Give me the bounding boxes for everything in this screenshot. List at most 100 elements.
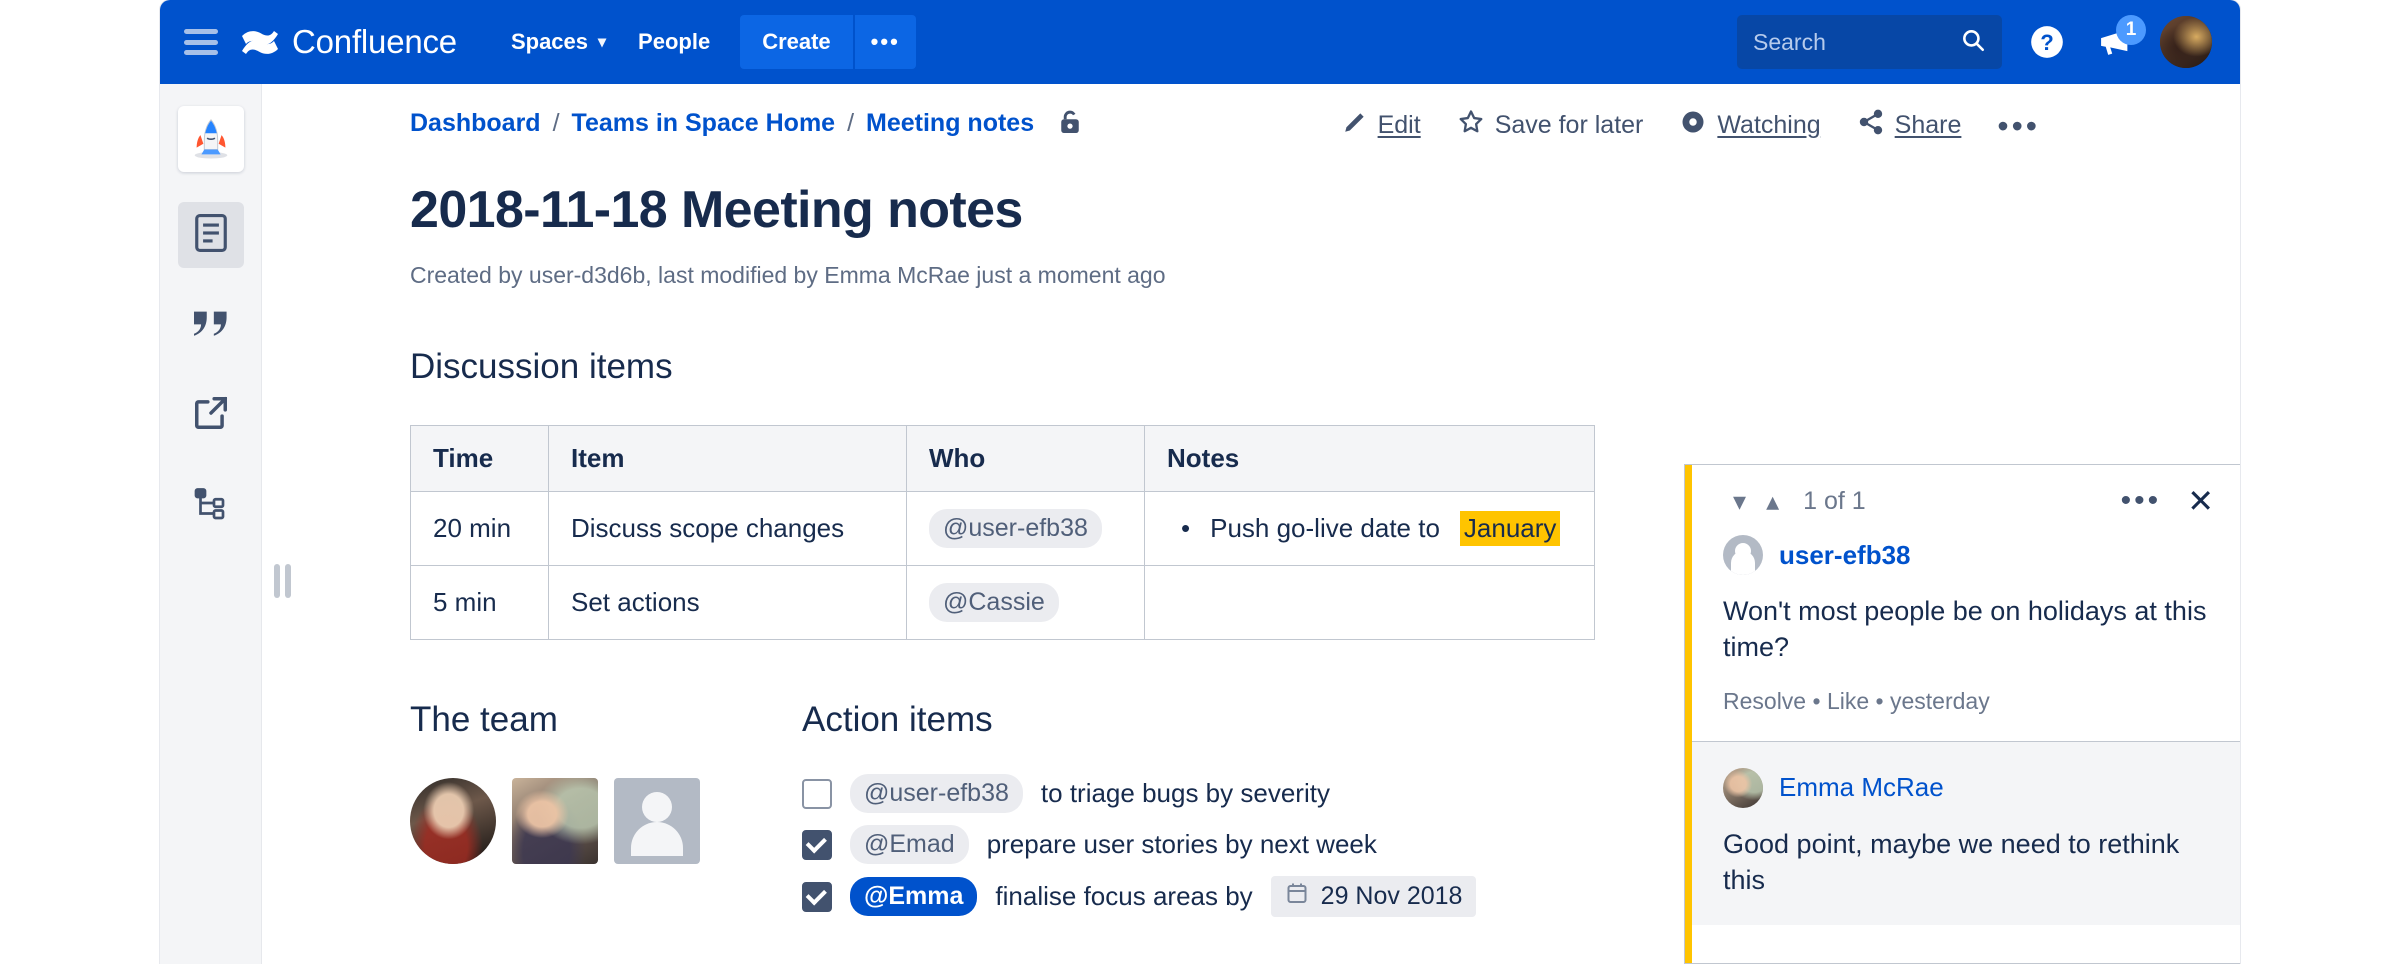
mention-chip[interactable]: @Cassie (929, 583, 1059, 622)
avatar[interactable] (410, 778, 496, 864)
mention-chip-highlighted[interactable]: @Emma (850, 877, 978, 916)
hamburger-icon[interactable] (184, 29, 218, 55)
close-icon[interactable]: ✕ (2187, 485, 2214, 517)
page-action-bar: Edit Save for later Watching Share ••• (1342, 108, 2040, 143)
create-button[interactable]: Create (740, 15, 853, 69)
cell-item: Set actions (548, 565, 907, 640)
create-more-button[interactable]: ••• (852, 15, 916, 69)
task-checkbox[interactable] (802, 881, 832, 912)
comment: user-efb38 Won't most people be on holid… (1685, 523, 2240, 741)
column-header-notes: Notes (1144, 425, 1595, 492)
comment-header-actions: ••• ✕ (2121, 485, 2214, 517)
brand-name: Confluence (292, 23, 457, 60)
avatar-placeholder[interactable] (1723, 535, 1763, 575)
comment-more-actions-button[interactable]: ••• (2121, 486, 2162, 516)
chevron-down-icon: ▾ (598, 34, 607, 51)
confluence-home-link[interactable]: Confluence (240, 23, 457, 61)
sidebar-item-page-tree[interactable] (178, 472, 244, 538)
comment-panel-header: ▾ ▴ 1 of 1 ••• ✕ (1685, 465, 2240, 523)
task-checkbox[interactable] (802, 829, 832, 860)
chevron-down-icon[interactable]: ▾ (1723, 488, 1756, 514)
sidebar-item-pages[interactable] (177, 202, 244, 268)
breadcrumb-item-meeting-notes[interactable]: Meeting notes (866, 109, 1034, 138)
watch-eye-icon (1679, 108, 1707, 143)
resolve-button[interactable]: Resolve (1723, 688, 1806, 714)
note-bullet-item: Push go-live date to January (1167, 511, 1572, 546)
avatar[interactable] (2160, 16, 2212, 68)
cell-notes (1144, 565, 1595, 640)
sidebar-item-shortcuts[interactable] (178, 382, 244, 448)
comment-header: user-efb38 (1723, 535, 2210, 575)
breadcrumb-separator: / (847, 108, 855, 137)
space-sidebar (160, 84, 262, 964)
comment-timestamp: yesterday (1890, 687, 1990, 714)
search-input[interactable]: Search (1737, 15, 2002, 69)
page-title: 2018-11-18 Meeting notes (410, 181, 1023, 239)
breadcrumb-item-dashboard[interactable]: Dashboard (410, 109, 541, 138)
action-separator: • (1875, 687, 1884, 714)
comment-header: Emma McRae (1723, 767, 2210, 808)
due-date-chip[interactable]: 29 Nov 2018 (1270, 876, 1477, 917)
chevron-up-icon[interactable]: ▴ (1756, 488, 1789, 514)
mention-chip[interactable]: @user-efb38 (929, 509, 1102, 548)
share-label: Share (1894, 111, 1962, 139)
comment-author-link[interactable]: Emma McRae (1779, 772, 1944, 803)
unlocked-padlock-icon[interactable] (1056, 108, 1084, 138)
column-header-who: Who (906, 425, 1145, 492)
action-separator: • (1812, 687, 1821, 714)
person-icon-body (631, 822, 683, 856)
calendar-icon (1285, 881, 1309, 912)
column-header-time: Time (410, 425, 549, 492)
global-nav-right: Search ? 1 (1737, 15, 2212, 69)
search-icon (1960, 27, 1986, 58)
highlighted-text[interactable]: January (1459, 511, 1561, 546)
action-item-text: prepare user stories by next week (986, 829, 1377, 859)
breadcrumb-separator: / (552, 108, 560, 137)
team-avatar-list (410, 778, 802, 864)
avatar[interactable] (512, 778, 598, 864)
sidebar-item-blog[interactable] (178, 292, 244, 358)
nav-people[interactable]: People (622, 17, 726, 67)
notifications-button[interactable]: 1 (2092, 15, 2146, 65)
nav-spaces[interactable]: Spaces ▾ (495, 17, 622, 67)
task-checkbox[interactable] (802, 778, 832, 809)
column-header-item: Item (548, 425, 907, 492)
person-icon (642, 792, 672, 822)
edit-button[interactable]: Edit (1342, 109, 1421, 142)
avatar[interactable] (1723, 767, 1763, 808)
cell-time: 20 min (410, 491, 549, 566)
save-for-later-button[interactable]: Save for later (1457, 108, 1643, 143)
discussion-items-table: Time Item Who Notes 20 min Discuss scope… (410, 425, 1595, 640)
mention-chip[interactable]: @user-efb38 (850, 774, 1023, 813)
avatar-placeholder[interactable] (614, 778, 700, 864)
help-icon[interactable]: ? (2024, 19, 2070, 65)
confluence-logo-icon (240, 23, 280, 61)
rocket-space-logo[interactable] (177, 106, 244, 172)
page-more-actions-button[interactable]: ••• (1997, 110, 2040, 142)
comment-body: Good point, maybe we need to rethink thi… (1723, 828, 2180, 896)
comment-counter: 1 of 1 (1803, 486, 1866, 515)
create-button-group: Create ••• (740, 15, 916, 69)
comment-body: Won't most people be on holidays at this… (1723, 596, 2207, 663)
note-text: Push go-live date to (1210, 513, 1440, 543)
breadcrumb-item-space-home[interactable]: Teams in Space Home (572, 109, 836, 138)
svg-text:?: ? (2040, 30, 2054, 55)
comment: Emma McRae Good point, maybe we need to … (1685, 740, 2240, 925)
action-item-text: to triage bugs by severity (1040, 778, 1330, 808)
mention-chip[interactable]: @Emad (850, 825, 969, 864)
watching-button[interactable]: Watching (1679, 108, 1821, 143)
share-button[interactable]: Share (1857, 108, 1962, 143)
inline-comment-panel: ▾ ▴ 1 of 1 ••• ✕ user-efb38 Won't most p… (1684, 464, 2240, 964)
table-row: 5 min Set actions @Cassie (410, 565, 1595, 640)
star-icon (1457, 108, 1485, 143)
share-icon (1857, 108, 1885, 143)
like-button[interactable]: Like (1827, 688, 1869, 714)
the-team-heading: The team (410, 700, 558, 739)
global-navigation-bar: Confluence Spaces ▾ People Create ••• Se… (160, 0, 2240, 84)
discussion-items-heading: Discussion items (410, 347, 673, 386)
comment-author-link[interactable]: user-efb38 (1779, 540, 1911, 571)
page-content: Edit Save for later Watching Share ••• D… (262, 84, 2240, 964)
cell-time: 5 min (410, 565, 549, 640)
cell-item: Discuss scope changes (548, 491, 907, 566)
comment-accent-bar (1685, 465, 1692, 963)
